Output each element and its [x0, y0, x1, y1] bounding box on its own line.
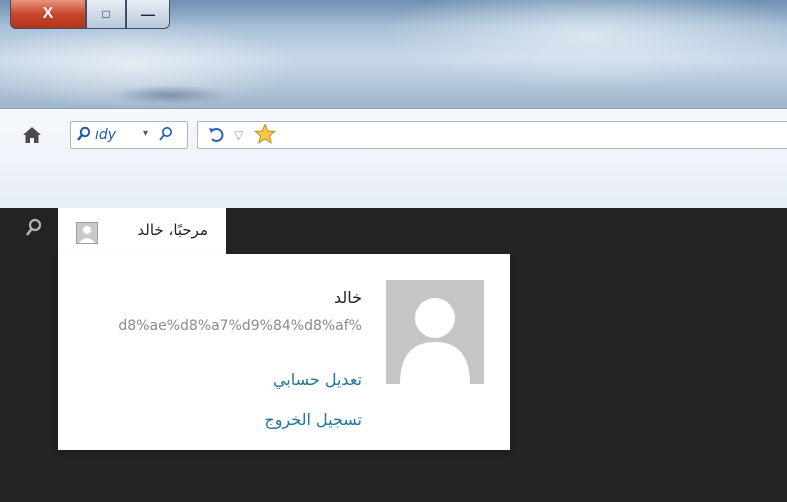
window-titlebar: X □ — — [0, 0, 787, 108]
user-slug: d8%ae%d8%a7%d9%84%d8%af% — [118, 318, 362, 334]
minimize-window-button[interactable]: — — [126, 0, 170, 29]
titlebar-shadow — [110, 85, 230, 105]
logout-link[interactable]: تسجيل الخروج — [264, 410, 362, 429]
close-window-button[interactable]: X — [10, 0, 86, 29]
maximize-window-button[interactable]: □ — [86, 0, 126, 29]
address-bar[interactable]: ▽ — [197, 121, 787, 149]
search-engine-box[interactable]: ıdy ▾ — [70, 121, 188, 149]
display-name: خالد — [333, 288, 362, 307]
undo-icon[interactable] — [208, 125, 226, 150]
search-icon[interactable] — [159, 126, 173, 146]
admin-bar: مرحبًا، خالد — [0, 208, 787, 254]
account-dropdown: خالد d8%ae%d8%a7%d9%84%d8%af% تعديل حساب… — [58, 254, 510, 450]
window-controls: X □ — — [10, 0, 170, 30]
my-account-tab[interactable]: مرحبًا، خالد — [58, 208, 226, 254]
toolbar-row: ıdy ▾ ▽ — [0, 117, 787, 155]
browser-toolbar: ıdy ▾ ▽ — [0, 108, 787, 209]
search-engine-label: ıdy — [95, 127, 117, 143]
chevron-down-icon[interactable]: ▾ — [143, 128, 148, 139]
avatar — [386, 280, 484, 384]
edit-profile-link[interactable]: تعديل حسابي — [273, 370, 362, 389]
greeting-label: مرحبًا، خالد — [137, 221, 208, 239]
search-engine-icon — [77, 126, 91, 146]
titlebar-glow-right — [380, 0, 787, 90]
chevron-down-icon[interactable]: ▽ — [234, 128, 243, 142]
avatar — [76, 222, 98, 244]
home-icon-graphic — [23, 127, 41, 143]
star-icon[interactable] — [253, 123, 277, 150]
search-icon[interactable] — [24, 218, 42, 243]
home-icon[interactable] — [22, 125, 42, 145]
